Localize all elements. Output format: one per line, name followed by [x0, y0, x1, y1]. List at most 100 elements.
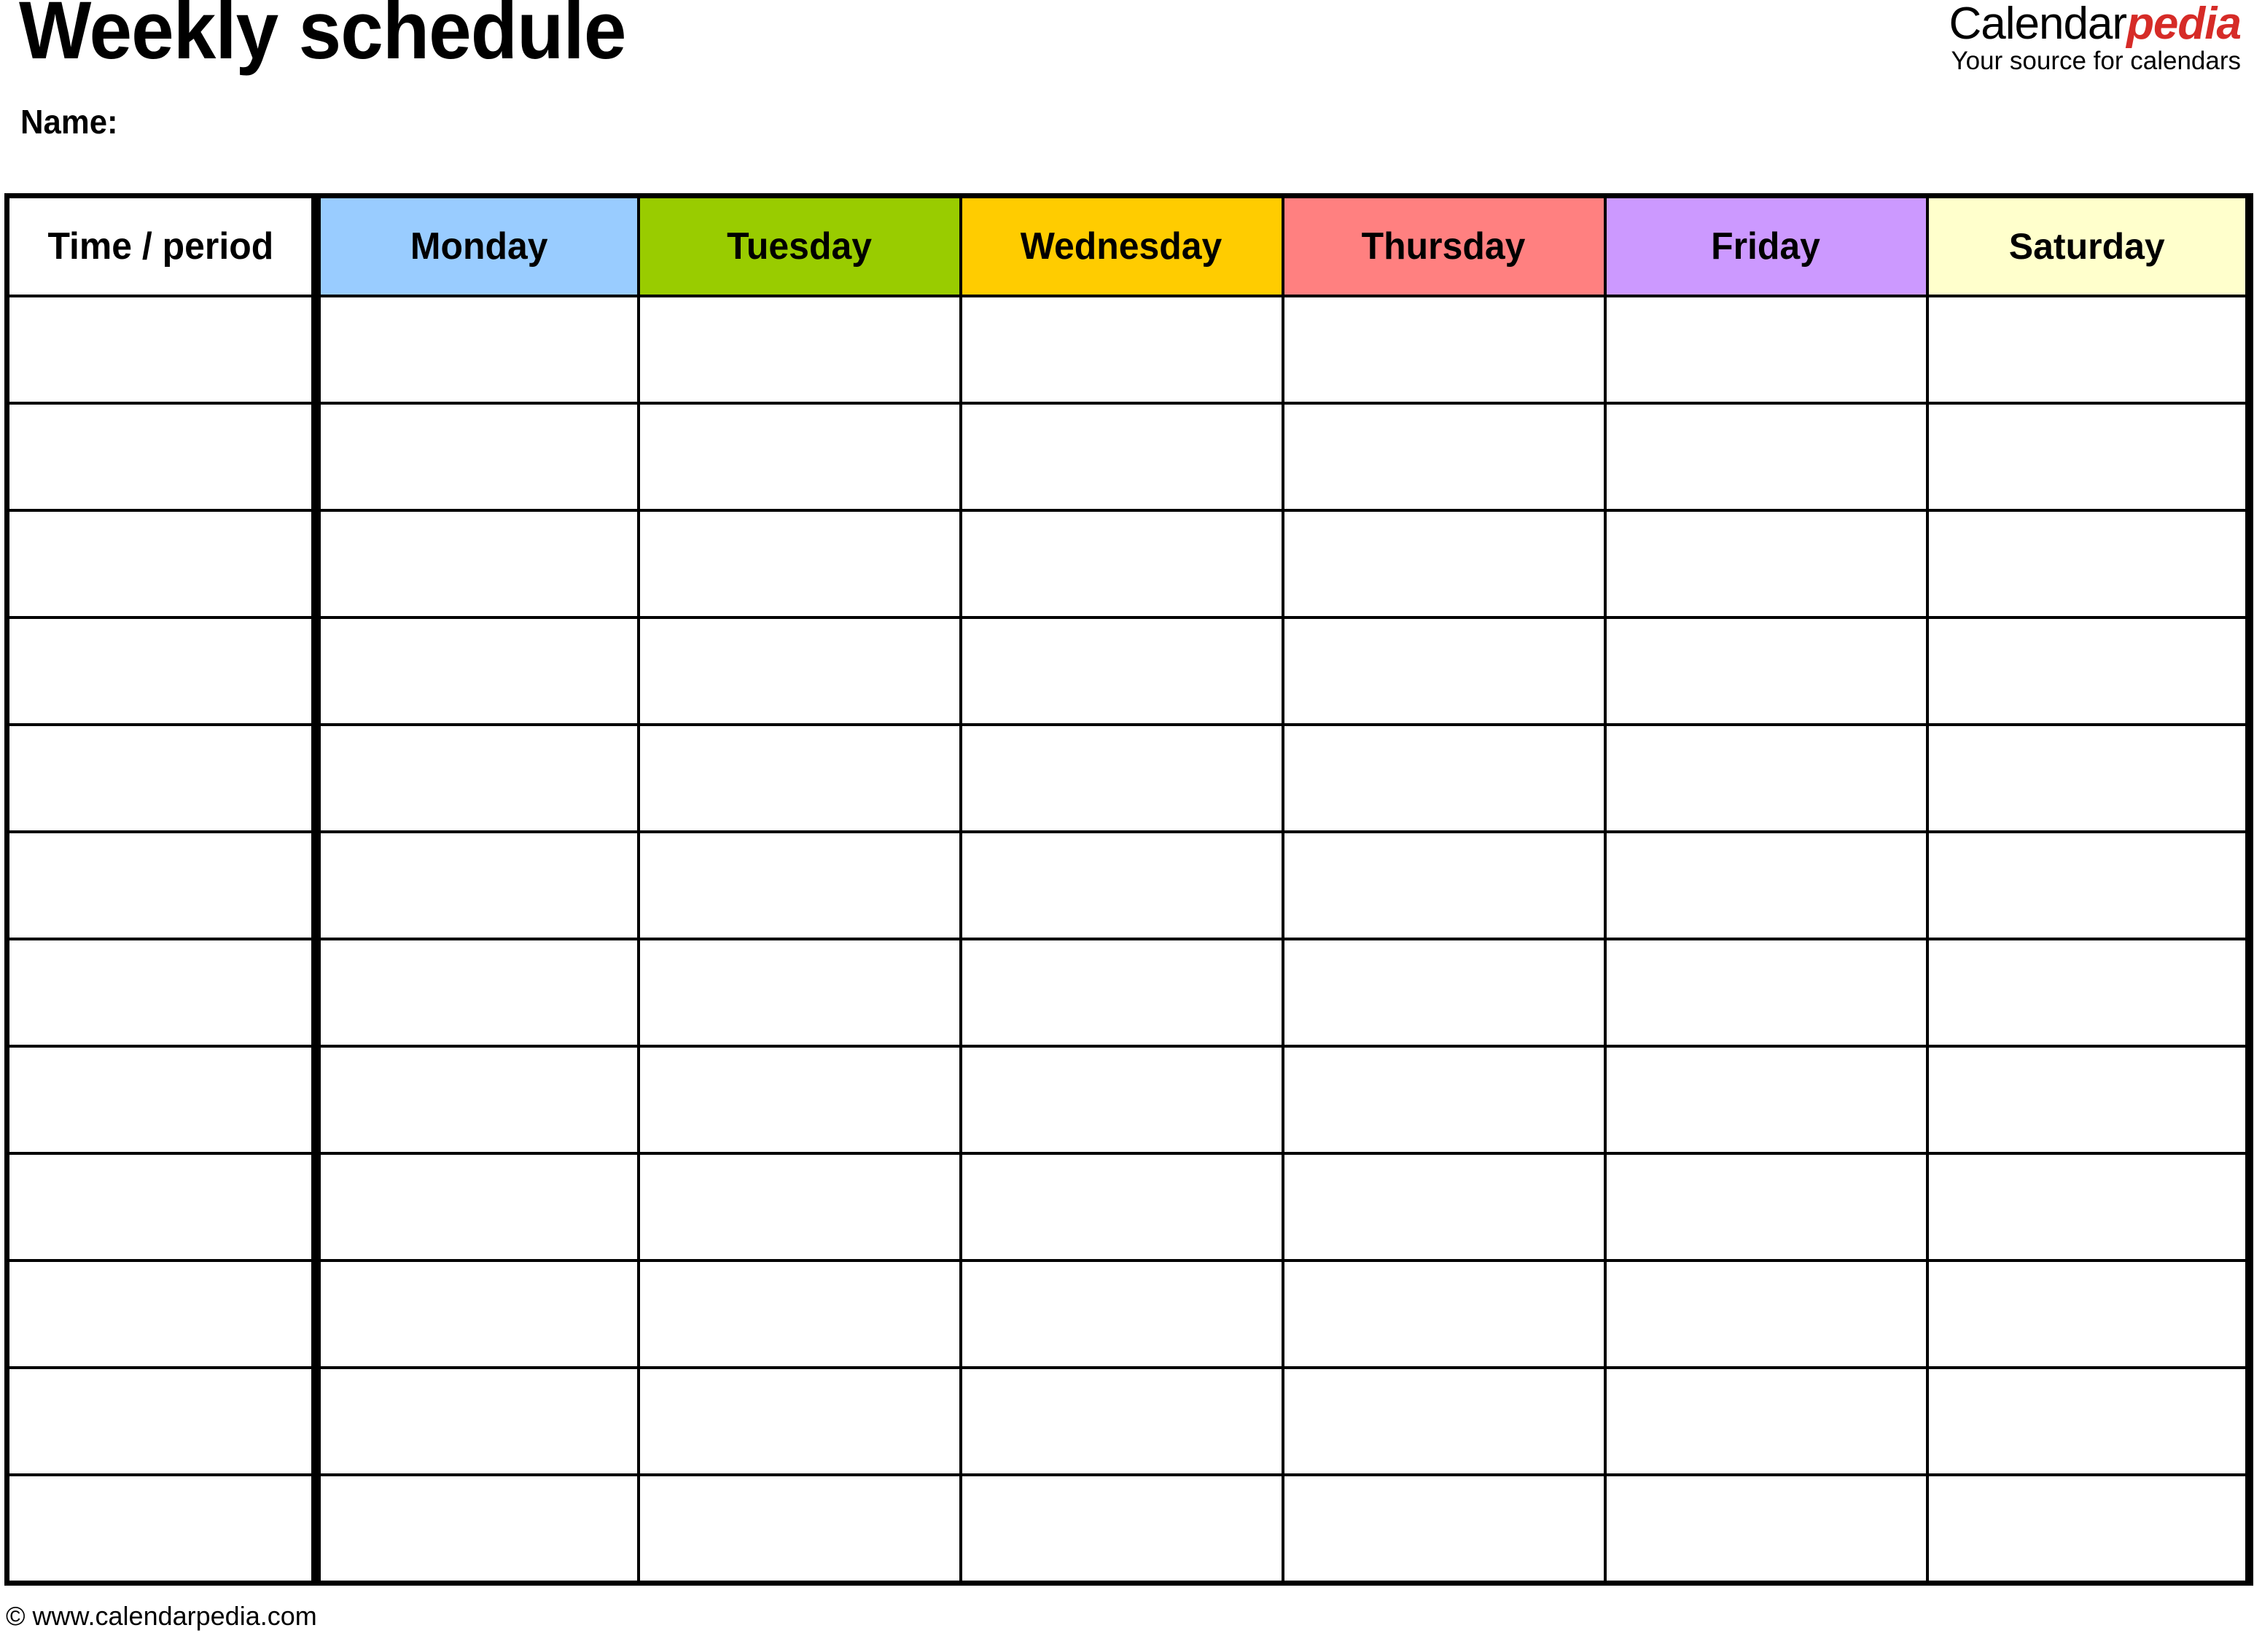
schedule-cell-thursday[interactable] [1281, 1045, 1607, 1155]
schedule-cell-time[interactable] [7, 1366, 321, 1476]
schedule-cell-tuesday[interactable] [636, 1366, 962, 1476]
schedule-cell-thursday[interactable] [1281, 830, 1607, 940]
schedule-cell-thursday[interactable] [1281, 938, 1607, 1048]
schedule-cell-monday[interactable] [314, 402, 640, 512]
schedule-cell-time[interactable] [7, 296, 321, 405]
schedule-cell-wednesday[interactable] [959, 1152, 1284, 1262]
table-row [7, 296, 2251, 405]
schedule-cell-thursday[interactable] [1281, 402, 1607, 512]
schedule-cell-time[interactable] [7, 723, 321, 833]
schedule-cell-wednesday[interactable] [959, 616, 1284, 726]
schedule-cell-saturday[interactable] [1925, 1473, 2251, 1583]
column-header-time: Time / period [7, 194, 321, 297]
schedule-cell-saturday[interactable] [1925, 938, 2251, 1048]
schedule-cell-thursday[interactable] [1281, 1473, 1607, 1583]
schedule-cell-tuesday[interactable] [636, 723, 962, 833]
schedule-cell-monday[interactable] [314, 938, 640, 1048]
schedule-cell-wednesday[interactable] [959, 830, 1284, 940]
schedule-cell-tuesday[interactable] [636, 1259, 962, 1369]
schedule-cell-saturday[interactable] [1925, 402, 2251, 512]
schedule-cell-thursday[interactable] [1281, 296, 1607, 405]
schedule-cell-saturday[interactable] [1925, 509, 2251, 619]
schedule-cell-monday[interactable] [314, 296, 640, 405]
schedule-cell-saturday[interactable] [1925, 616, 2251, 726]
schedule-cell-thursday[interactable] [1281, 723, 1607, 833]
table-row [7, 938, 2251, 1048]
table-row [7, 616, 2251, 726]
schedule-cell-monday[interactable] [314, 1152, 640, 1262]
schedule-cell-monday[interactable] [314, 830, 640, 940]
schedule-cell-monday[interactable] [314, 509, 640, 619]
schedule-cell-time[interactable] [7, 402, 321, 512]
table-row [7, 830, 2251, 940]
schedule-cell-wednesday[interactable] [959, 509, 1284, 619]
schedule-cell-friday[interactable] [1603, 723, 1929, 833]
schedule-cell-saturday[interactable] [1925, 1259, 2251, 1369]
schedule-cell-wednesday[interactable] [959, 938, 1284, 1048]
brand-wordmark-primary: Calendar [1949, 0, 2127, 49]
schedule-cell-time[interactable] [7, 1259, 321, 1369]
schedule-cell-wednesday[interactable] [959, 296, 1284, 405]
schedule-cell-thursday[interactable] [1281, 1259, 1607, 1369]
schedule-cell-saturday[interactable] [1925, 1045, 2251, 1155]
schedule-cell-tuesday[interactable] [636, 616, 962, 726]
schedule-cell-friday[interactable] [1603, 830, 1929, 940]
schedule-cell-monday[interactable] [314, 1045, 640, 1155]
schedule-cell-wednesday[interactable] [959, 1473, 1284, 1583]
schedule-cell-thursday[interactable] [1281, 1152, 1607, 1262]
schedule-cell-tuesday[interactable] [636, 402, 962, 512]
schedule-cell-time[interactable] [7, 616, 321, 726]
schedule-cell-time[interactable] [7, 1045, 321, 1155]
schedule-cell-wednesday[interactable] [959, 723, 1284, 833]
schedule-cell-tuesday[interactable] [636, 1473, 962, 1583]
table-row [7, 723, 2251, 833]
page-title: Weekly schedule [19, 0, 626, 76]
schedule-cell-monday[interactable] [314, 1473, 640, 1583]
schedule-cell-time[interactable] [7, 830, 321, 940]
schedule-cell-tuesday[interactable] [636, 830, 962, 940]
schedule-cell-friday[interactable] [1603, 1045, 1929, 1155]
schedule-cell-friday[interactable] [1603, 1152, 1929, 1262]
schedule-cell-saturday[interactable] [1925, 830, 2251, 940]
name-field-label: Name: [20, 103, 118, 141]
schedule-cell-wednesday[interactable] [959, 1259, 1284, 1369]
table-row [7, 1366, 2251, 1476]
schedule-cell-friday[interactable] [1603, 296, 1929, 405]
schedule-cell-friday[interactable] [1603, 1366, 1929, 1476]
column-header-tuesday: Tuesday [636, 194, 962, 297]
schedule-cell-saturday[interactable] [1925, 296, 2251, 405]
schedule-cell-thursday[interactable] [1281, 1366, 1607, 1476]
schedule-cell-monday[interactable] [314, 1259, 640, 1369]
schedule-cell-time[interactable] [7, 509, 321, 619]
schedule-cell-tuesday[interactable] [636, 296, 962, 405]
schedule-cell-monday[interactable] [314, 1366, 640, 1476]
schedule-cell-friday[interactable] [1603, 509, 1929, 619]
page-header: Weekly schedule Name: Calendarpedia Your… [0, 0, 2254, 193]
schedule-cell-time[interactable] [7, 938, 321, 1048]
column-header-wednesday: Wednesday [959, 194, 1284, 297]
schedule-cell-tuesday[interactable] [636, 1152, 962, 1262]
schedule-cell-thursday[interactable] [1281, 616, 1607, 726]
schedule-cell-wednesday[interactable] [959, 402, 1284, 512]
schedule-cell-saturday[interactable] [1925, 1152, 2251, 1262]
table-body [7, 296, 2251, 1583]
schedule-cell-friday[interactable] [1603, 1259, 1929, 1369]
schedule-cell-friday[interactable] [1603, 1473, 1929, 1583]
brand-wordmark-accent: pedia [2126, 0, 2242, 49]
schedule-cell-saturday[interactable] [1925, 1366, 2251, 1476]
schedule-cell-monday[interactable] [314, 723, 640, 833]
schedule-cell-saturday[interactable] [1925, 723, 2251, 833]
schedule-cell-tuesday[interactable] [636, 509, 962, 619]
schedule-cell-friday[interactable] [1603, 938, 1929, 1048]
schedule-cell-tuesday[interactable] [636, 1045, 962, 1155]
schedule-cell-time[interactable] [7, 1152, 321, 1262]
schedule-cell-wednesday[interactable] [959, 1366, 1284, 1476]
schedule-cell-wednesday[interactable] [959, 1045, 1284, 1155]
schedule-cell-friday[interactable] [1603, 616, 1929, 726]
schedule-cell-friday[interactable] [1603, 402, 1929, 512]
schedule-cell-thursday[interactable] [1281, 509, 1607, 619]
schedule-cell-monday[interactable] [314, 616, 640, 726]
schedule-cell-tuesday[interactable] [636, 938, 962, 1048]
table-row [7, 1152, 2251, 1262]
schedule-cell-time[interactable] [7, 1473, 321, 1583]
